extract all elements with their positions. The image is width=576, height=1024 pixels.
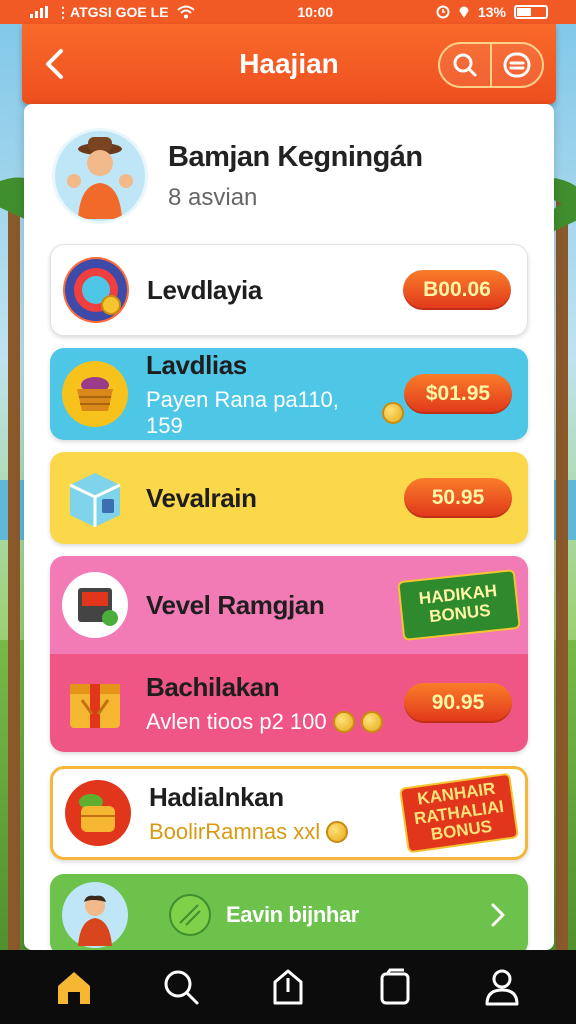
chevron-right-icon (491, 903, 505, 927)
price-button[interactable]: 90.95 (404, 683, 512, 723)
list-item-levdlayia[interactable]: Levdlayia B00.06 (50, 244, 528, 336)
list-item-hadialnkan[interactable]: Hadialnkan BoolirRamnas xxl KANHAIR RATH… (50, 766, 528, 860)
list-item-vevalrain[interactable]: Vevalrain 50.95 (50, 452, 528, 544)
bonus-badge: KANHAIR RATHALIAI BONUS (398, 772, 520, 854)
nav-home[interactable] (44, 957, 104, 1017)
wallet-icon (380, 968, 410, 1005)
gift-box-icon (62, 670, 128, 736)
search-button[interactable] (440, 44, 490, 86)
avatar[interactable] (52, 128, 148, 224)
book-icon (62, 572, 128, 638)
card-title: Vevel Ramgjan (146, 589, 325, 620)
card-title: Eavin bijnhar (226, 902, 359, 927)
price-button[interactable]: B00.06 (403, 270, 511, 310)
profile-icon (485, 969, 519, 1006)
coin-icon (382, 401, 404, 424)
bottom-nav (0, 950, 576, 1024)
nav-search[interactable] (151, 957, 211, 1017)
menu-button[interactable] (492, 44, 542, 86)
alarm-icon (436, 5, 450, 19)
header-actions (438, 42, 544, 88)
menu-icon (503, 52, 531, 78)
card-subtitle: BoolirRamnas xxl (149, 818, 321, 844)
chevron-left-icon (46, 49, 63, 79)
badge-text: BONUS (428, 600, 492, 627)
profile-subtitle: 8 asvian (168, 183, 258, 211)
nav-wallet[interactable] (365, 957, 425, 1017)
coconut-icon (169, 894, 211, 936)
coin-icon (326, 820, 349, 843)
profile-name: Bamjan Kegningán (168, 140, 423, 173)
carrier-text: ⋮ATGSI GOE LE (56, 3, 169, 20)
status-bar: ⋮ATGSI GOE LE 10:00 13% (0, 0, 576, 24)
battery-text: 13% (477, 4, 506, 20)
list-item-lavdlias[interactable]: Lavdlias Payen Rana pa110, 159 $01.95 (50, 348, 528, 440)
home-icon (57, 972, 90, 1004)
card-title: Bachilakan (146, 671, 280, 702)
nav-profile[interactable] (472, 957, 532, 1017)
person-icon (62, 882, 128, 948)
card-title: Levdlayia (147, 274, 262, 305)
pink-card-group: Vevel Ramgjan HADIKAH BONUS Bachilakan A… (50, 556, 528, 752)
battery-icon (514, 5, 548, 19)
location-icon (459, 6, 469, 18)
person-avatar-icon (67, 137, 133, 219)
card-title: Vevalrain (146, 482, 257, 513)
card-title: Hadialnkan (149, 781, 284, 812)
search-icon (164, 970, 199, 1005)
share-icon (273, 969, 303, 1005)
coin-bag-icon (63, 257, 129, 323)
card-title: Lavdlias (146, 349, 247, 380)
main-panel: Bamjan Kegningán 8 asvian Levdlayia B00.… (24, 104, 554, 950)
card-subtitle: Avlen tioos p2 100 (146, 708, 327, 734)
coin-icon (332, 710, 355, 733)
list-item-bachilakan[interactable]: Bachilakan Avlen tioos p2 100 90.95 (50, 654, 528, 752)
back-button[interactable] (34, 42, 74, 86)
basket-icon (62, 361, 128, 427)
list-item-vevel-ramgjan[interactable]: Vevel Ramgjan HADIKAH BONUS (50, 556, 528, 654)
profile-section: Bamjan Kegningán 8 asvian (52, 126, 532, 226)
bonus-badge: HADIKAH BONUS (397, 568, 521, 642)
wifi-icon (176, 5, 195, 19)
app-header: Haajian (22, 24, 556, 104)
list-item-eavin-bijnhar[interactable]: Eavin bijnhar (50, 874, 528, 950)
card-subtitle: Payen Rana pa110, 159 (146, 386, 339, 438)
page-title: Haajian (239, 48, 339, 79)
signal-icon (30, 6, 48, 18)
clock-text: 10:00 (297, 4, 334, 20)
coin-icon (360, 710, 383, 733)
price-button[interactable]: 50.95 (404, 478, 512, 518)
nav-share[interactable] (258, 957, 318, 1017)
price-button[interactable]: $01.95 (404, 374, 512, 414)
search-icon (453, 53, 477, 77)
treasure-icon (65, 780, 131, 846)
box-icon (62, 465, 128, 531)
